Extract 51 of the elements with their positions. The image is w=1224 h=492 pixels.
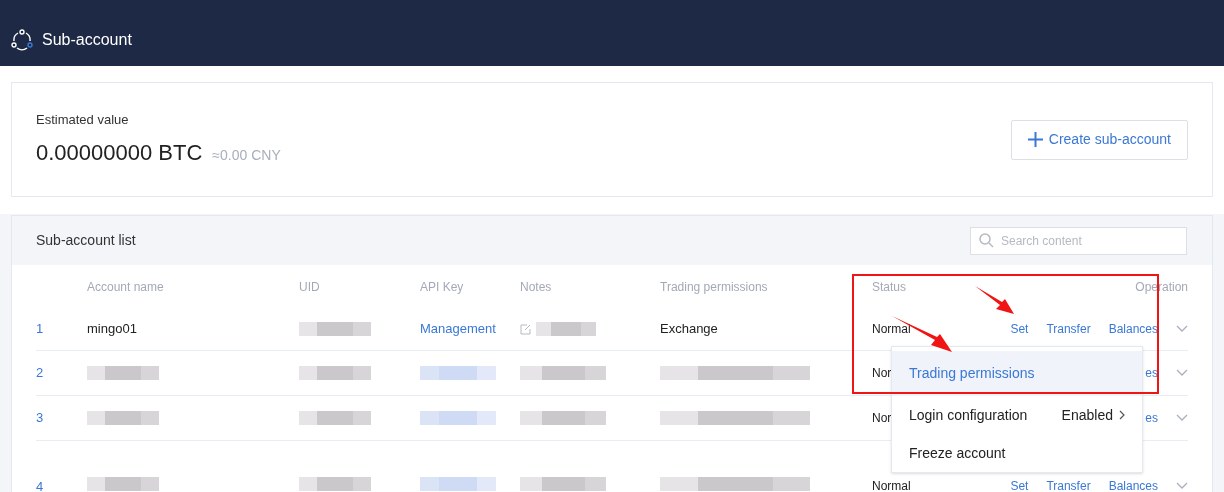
status-text: Normal xyxy=(872,321,911,338)
chevron-down-icon[interactable] xyxy=(1176,369,1188,377)
operation-link[interactable]: Balances xyxy=(1108,320,1158,338)
management-link[interactable]: Management xyxy=(420,319,496,339)
search-field[interactable]: Search content xyxy=(970,226,1187,255)
column-header: API Key xyxy=(420,278,464,296)
blurred-text xyxy=(299,366,371,380)
operation-link[interactable]: Set xyxy=(1010,320,1029,338)
column-header: Trading permissions xyxy=(660,278,768,296)
operation-link[interactable]: Set xyxy=(1010,477,1029,492)
operation-link[interactable]: es xyxy=(1145,364,1158,382)
btc-value: 0.00000000 BTC xyxy=(36,138,203,167)
create-sub-account-button[interactable]: Create sub-account xyxy=(1010,119,1188,160)
operation-link[interactable]: Transfer xyxy=(1046,320,1091,338)
list-title: Sub-account list xyxy=(36,231,136,250)
column-header: Status xyxy=(872,278,907,296)
operation-link[interactable]: Transfer xyxy=(1046,477,1091,492)
chevron-down-icon[interactable] xyxy=(1176,482,1188,490)
search-icon xyxy=(979,232,994,248)
menu-item[interactable]: Login configuration Enabled xyxy=(892,396,1142,434)
plus-icon xyxy=(1027,132,1043,147)
edit-icon[interactable] xyxy=(520,323,532,335)
page-title: Sub-account xyxy=(42,30,132,50)
table-cell-text: mingo01 xyxy=(87,320,137,339)
operation-link[interactable]: es xyxy=(1145,409,1158,427)
row-number: 1 xyxy=(36,320,44,339)
status-text: Nor xyxy=(872,365,892,382)
column-header: Account name xyxy=(87,278,164,296)
table-cell-text: Exchange xyxy=(660,320,718,339)
menu-item[interactable]: Freeze account xyxy=(892,434,1142,472)
blurred-text xyxy=(87,411,159,425)
blurred-text xyxy=(299,411,371,425)
operation-link[interactable]: Balances xyxy=(1108,477,1158,492)
annotation-arrow xyxy=(975,286,1014,314)
blurred-text xyxy=(299,322,371,336)
menu-item[interactable]: Trading permissions xyxy=(892,351,1142,396)
cny-value: ≈0.00 CNY xyxy=(212,145,281,165)
estimated-value-label: Estimated value xyxy=(36,111,130,130)
status-text: Normal xyxy=(872,478,911,492)
column-header: UID xyxy=(299,278,320,296)
row-number: 4 xyxy=(36,478,44,492)
chevron-right-icon xyxy=(1119,410,1125,420)
column-header: Notes xyxy=(520,278,552,296)
blurred-text xyxy=(536,322,596,336)
status-text: Nor xyxy=(872,410,892,427)
row-number: 2 xyxy=(36,364,44,383)
chevron-down-icon[interactable] xyxy=(1176,414,1188,422)
network-icon xyxy=(11,29,33,51)
chevron-down-icon[interactable] xyxy=(1176,325,1188,333)
blurred-text xyxy=(87,366,159,380)
row-number: 3 xyxy=(36,409,44,428)
